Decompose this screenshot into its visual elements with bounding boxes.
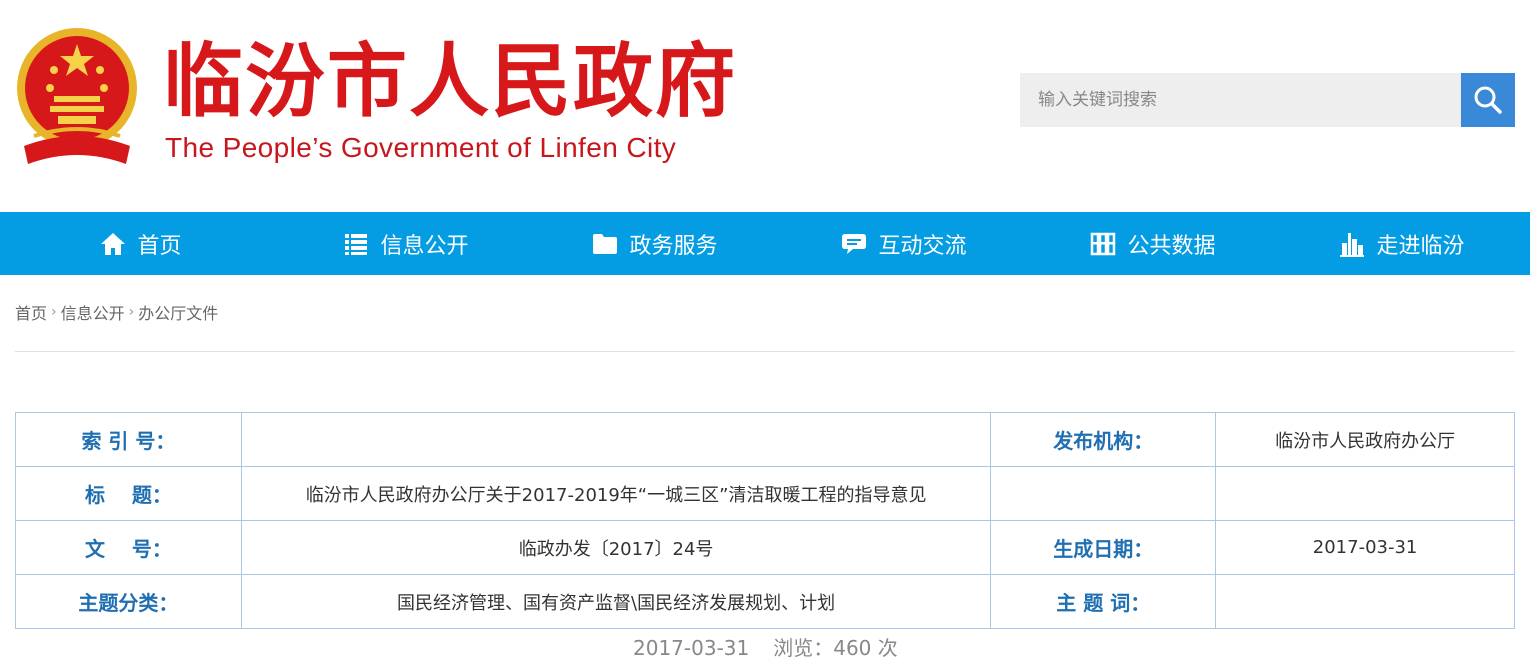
empty-cell bbox=[990, 466, 1217, 521]
doc-number-label: 文 号： bbox=[15, 520, 242, 575]
search-button[interactable] bbox=[1461, 73, 1515, 127]
document-info-table: 索 引 号： 发布机构： 临汾市人民政府办公厅 标 题： 临汾市人民政府办公厅关… bbox=[15, 412, 1515, 629]
keyword-label: 主 题 词： bbox=[990, 574, 1217, 629]
nav-label: 走进临汾 bbox=[1376, 233, 1465, 259]
nav-label: 首页 bbox=[137, 233, 182, 259]
topic-label: 主题分类： bbox=[15, 574, 242, 629]
search-input[interactable] bbox=[1020, 73, 1461, 127]
city-icon bbox=[1338, 230, 1366, 258]
nav-label: 信息公开 bbox=[380, 233, 469, 259]
index-value bbox=[240, 412, 992, 467]
list-icon bbox=[342, 230, 370, 258]
nav-item-about-linfen[interactable]: 走进临汾 bbox=[1277, 212, 1526, 275]
title-value: 临汾市人民政府办公厅关于2017-2019年“一城三区”清洁取暖工程的指导意见 bbox=[240, 466, 992, 521]
view-count: 浏览：460 次 bbox=[773, 636, 898, 660]
breadcrumb-link-office-docs[interactable]: 办公厅文件 bbox=[138, 300, 218, 324]
breadcrumb: 首页 › 信息公开 › 办公厅文件 bbox=[15, 300, 218, 324]
topic-value: 国民经济管理、国有资产监督\国民经济发展规划、计划 bbox=[240, 574, 992, 629]
nav-item-gov-service[interactable]: 政务服务 bbox=[530, 212, 779, 275]
title-label: 标 题： bbox=[15, 466, 242, 521]
main-nav: 首页 信息公开 政务服务 互动交流 公共数据 走进临汾 bbox=[0, 212, 1530, 275]
folder-icon bbox=[591, 230, 619, 258]
search-icon bbox=[1474, 86, 1502, 114]
date-value: 2017-03-31 bbox=[1215, 520, 1515, 575]
nav-label: 互动交流 bbox=[878, 233, 967, 259]
article-meta: 2017-03-31 浏览：460 次 bbox=[633, 632, 922, 661]
breadcrumb-link-info-public[interactable]: 信息公开 bbox=[61, 300, 125, 324]
nav-item-public-data[interactable]: 公共数据 bbox=[1028, 212, 1277, 275]
breadcrumb-link-home[interactable]: 首页 bbox=[15, 300, 47, 324]
nav-label: 公共数据 bbox=[1127, 233, 1216, 259]
publisher-value: 临汾市人民政府办公厅 bbox=[1215, 412, 1515, 467]
publisher-label: 发布机构： bbox=[990, 412, 1217, 467]
site-header: 临汾市人民政府 The People’s Government of Linfe… bbox=[0, 0, 1530, 212]
empty-cell bbox=[1215, 466, 1515, 521]
table-row: 主题分类： 国民经济管理、国有资产监督\国民经济发展规划、计划 主 题 词： bbox=[15, 574, 1515, 629]
chevron-right-icon: › bbox=[51, 304, 57, 320]
site-title[interactable]: 临汾市人民政府 bbox=[163, 36, 737, 128]
chevron-right-icon: › bbox=[128, 304, 135, 320]
index-label: 索 引 号： bbox=[15, 412, 242, 467]
chat-icon bbox=[840, 230, 868, 258]
keyword-value bbox=[1215, 574, 1515, 629]
table-row: 索 引 号： 发布机构： 临汾市人民政府办公厅 bbox=[15, 412, 1515, 467]
nav-label: 政务服务 bbox=[629, 233, 718, 259]
table-row: 标 题： 临汾市人民政府办公厅关于2017-2019年“一城三区”清洁取暖工程的… bbox=[15, 466, 1515, 521]
doc-number-value: 临政办发〔2017〕24号 bbox=[240, 520, 992, 575]
home-icon bbox=[99, 230, 127, 258]
divider bbox=[15, 351, 1515, 352]
table-row: 文 号： 临政办发〔2017〕24号 生成日期： 2017-03-31 bbox=[15, 520, 1515, 575]
grid-icon bbox=[1089, 230, 1117, 258]
publish-date: 2017-03-31 bbox=[633, 636, 750, 660]
site-subtitle: The People’s Government of Linfen City bbox=[165, 132, 677, 163]
nav-item-home[interactable]: 首页 bbox=[0, 212, 281, 275]
nav-item-info-public[interactable]: 信息公开 bbox=[281, 212, 530, 275]
nav-item-interaction[interactable]: 互动交流 bbox=[779, 212, 1028, 275]
date-label: 生成日期： bbox=[990, 520, 1217, 575]
national-emblem-logo[interactable] bbox=[14, 26, 140, 166]
